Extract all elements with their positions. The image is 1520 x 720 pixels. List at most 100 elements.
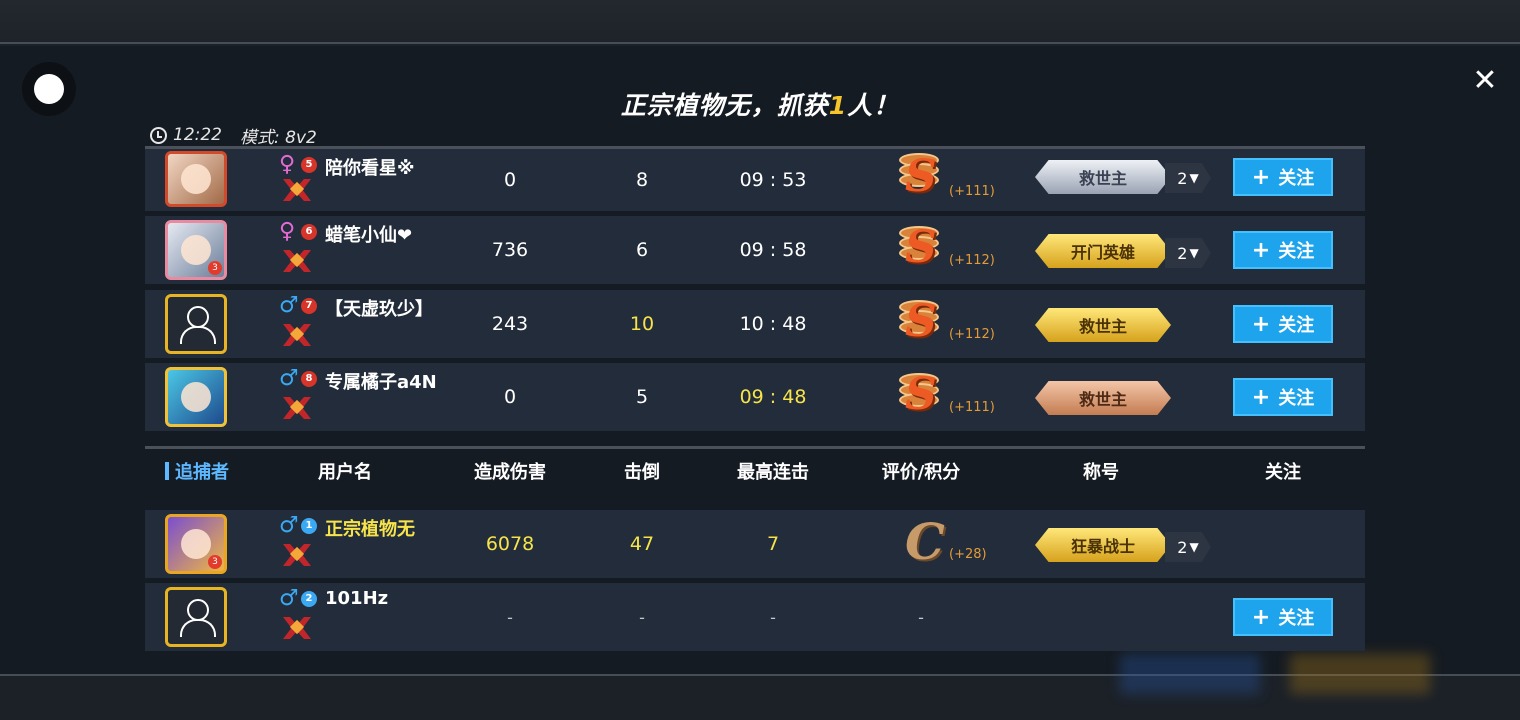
- avatar[interactable]: 3: [165, 220, 227, 280]
- follow-button[interactable]: + 关注: [1233, 598, 1333, 636]
- avatar-portrait: [181, 235, 211, 265]
- result-headline: 正宗植物无，抓获1人！: [460, 86, 1060, 122]
- combo-value: 7: [766, 533, 780, 555]
- title-badge[interactable]: 救世主: [1035, 160, 1171, 194]
- headline-suffix: 人！: [847, 91, 900, 120]
- knockdown-value: -: [639, 607, 645, 627]
- avatar[interactable]: [165, 587, 227, 647]
- score-value: -: [918, 607, 924, 627]
- follow-label: 关注: [1278, 315, 1315, 336]
- survival-time: 09 : 58: [739, 239, 807, 261]
- male-icon: ♂: [279, 513, 299, 538]
- grade-letter: S: [905, 222, 937, 273]
- grade-points: (+112): [949, 253, 995, 268]
- title-badge[interactable]: 开门英雄: [1035, 234, 1171, 268]
- damage-value: -: [507, 607, 513, 627]
- survival-time: 10 : 48: [739, 313, 807, 335]
- follow-label: 关注: [1278, 608, 1315, 629]
- title-badge[interactable]: 救世主: [1035, 308, 1171, 342]
- clock-icon: [150, 126, 167, 144]
- header-knockdowns: 击倒: [624, 462, 660, 483]
- grade-block: S (+111): [893, 363, 1003, 431]
- title-count: 2: [1177, 243, 1188, 263]
- grade-letter: S: [905, 151, 937, 202]
- male-icon: ♂: [279, 366, 299, 391]
- default-avatar-icon: [178, 597, 216, 637]
- header-combo: 最高连击: [737, 462, 809, 483]
- damage-value: 243: [491, 313, 529, 335]
- record-button[interactable]: [22, 62, 76, 116]
- title-badge[interactable]: 救世主: [1035, 381, 1171, 415]
- grade-points: (+28): [949, 547, 987, 562]
- damage-value: 0: [503, 386, 517, 408]
- avatar-level: 3: [208, 261, 222, 275]
- headline-count: 1: [828, 91, 848, 120]
- male-icon: ♂: [279, 586, 299, 611]
- title-count-dropdown[interactable]: 2 ▼: [1165, 163, 1211, 193]
- rank-emblem-icon: [279, 542, 315, 570]
- player-name[interactable]: 陪你看星※: [325, 154, 415, 180]
- background-gold-button: [1290, 654, 1430, 694]
- header-username: 用户名: [318, 462, 372, 483]
- runner-row: ♂ 8 专属橘子a4N 0 5 09 : 48 S (+111) 救世主 + 关注: [145, 363, 1365, 431]
- avatar[interactable]: [165, 367, 227, 427]
- header-score: 评价/积分: [881, 462, 961, 483]
- background-blue-button: [1120, 654, 1260, 694]
- rank-badge: 1: [301, 518, 317, 534]
- plus-icon: +: [1251, 311, 1271, 337]
- follow-button[interactable]: + 关注: [1233, 231, 1333, 269]
- follow-label: 关注: [1278, 241, 1315, 262]
- grade-letter: S: [905, 369, 937, 420]
- follow-label: 关注: [1278, 168, 1315, 189]
- combo-value: -: [770, 607, 776, 627]
- runner-row: 3 ♀ 6 蜡笔小仙❤ 736 6 09 : 58 S (+112) 开门英雄 …: [145, 216, 1365, 284]
- grade-block: S (+112): [893, 290, 1003, 358]
- header-title: 称号: [1083, 462, 1119, 483]
- avatar[interactable]: [165, 294, 227, 354]
- caret-down-icon: ▼: [1189, 171, 1199, 185]
- avatar-portrait: [181, 529, 211, 559]
- player-name[interactable]: 【天虚玖少】: [325, 295, 433, 321]
- follow-button[interactable]: + 关注: [1233, 158, 1333, 196]
- grade-points: (+111): [949, 184, 995, 199]
- title-count-dropdown[interactable]: 2 ▼: [1165, 238, 1211, 268]
- avatar[interactable]: [165, 151, 227, 207]
- header-follow: 关注: [1265, 462, 1301, 483]
- player-name[interactable]: 正宗植物无: [325, 515, 415, 541]
- knockdown-value: 6: [635, 239, 649, 261]
- role-tag-hunters: 追捕者: [165, 450, 275, 492]
- plus-icon: +: [1251, 164, 1271, 190]
- rank-badge: 5: [301, 157, 317, 173]
- default-avatar-icon: [178, 304, 216, 344]
- match-meta: 12:22 模式: 8v2: [150, 124, 317, 148]
- player-name[interactable]: 蜡笔小仙❤: [325, 221, 412, 247]
- avatar[interactable]: 3: [165, 514, 227, 574]
- female-icon: ♀: [279, 152, 296, 177]
- top-strip: [0, 0, 1520, 44]
- male-icon: ♂: [279, 293, 299, 318]
- follow-button[interactable]: + 关注: [1233, 378, 1333, 416]
- hunter-row: 3 ♂ 1 正宗植物无 6078 47 7 C (+28) 狂暴战士 2 ▼: [145, 510, 1365, 578]
- rank-emblem-icon: [279, 615, 315, 643]
- hunter-row: ♂ 2 101Hz - - - - + 关注: [145, 583, 1365, 651]
- section-divider: [145, 446, 1365, 449]
- match-mode: 模式: 8v2: [240, 127, 317, 148]
- player-name[interactable]: 专属橘子a4N: [325, 368, 437, 394]
- female-icon: ♀: [279, 219, 296, 244]
- grade-block: C (+28): [893, 510, 1003, 578]
- follow-button[interactable]: + 关注: [1233, 305, 1333, 343]
- rank-emblem-icon: [279, 248, 315, 276]
- title-count: 2: [1177, 537, 1188, 557]
- title-count-dropdown[interactable]: 2 ▼: [1165, 532, 1211, 562]
- survival-time: 09 : 48: [739, 386, 807, 408]
- avatar-portrait: [181, 382, 211, 412]
- player-name[interactable]: 101Hz: [325, 588, 388, 609]
- plus-icon: +: [1251, 384, 1271, 410]
- rank-emblem-icon: [279, 395, 315, 423]
- grade-points: (+111): [949, 400, 995, 415]
- title-badge[interactable]: 狂暴战士: [1035, 528, 1171, 562]
- match-time: 12:22: [173, 125, 222, 145]
- close-icon[interactable]: ✕: [1468, 64, 1502, 98]
- grade-points: (+112): [949, 327, 995, 342]
- runner-row: ♂ 7 【天虚玖少】 243 10 10 : 48 S (+112) 救世主 +…: [145, 290, 1365, 358]
